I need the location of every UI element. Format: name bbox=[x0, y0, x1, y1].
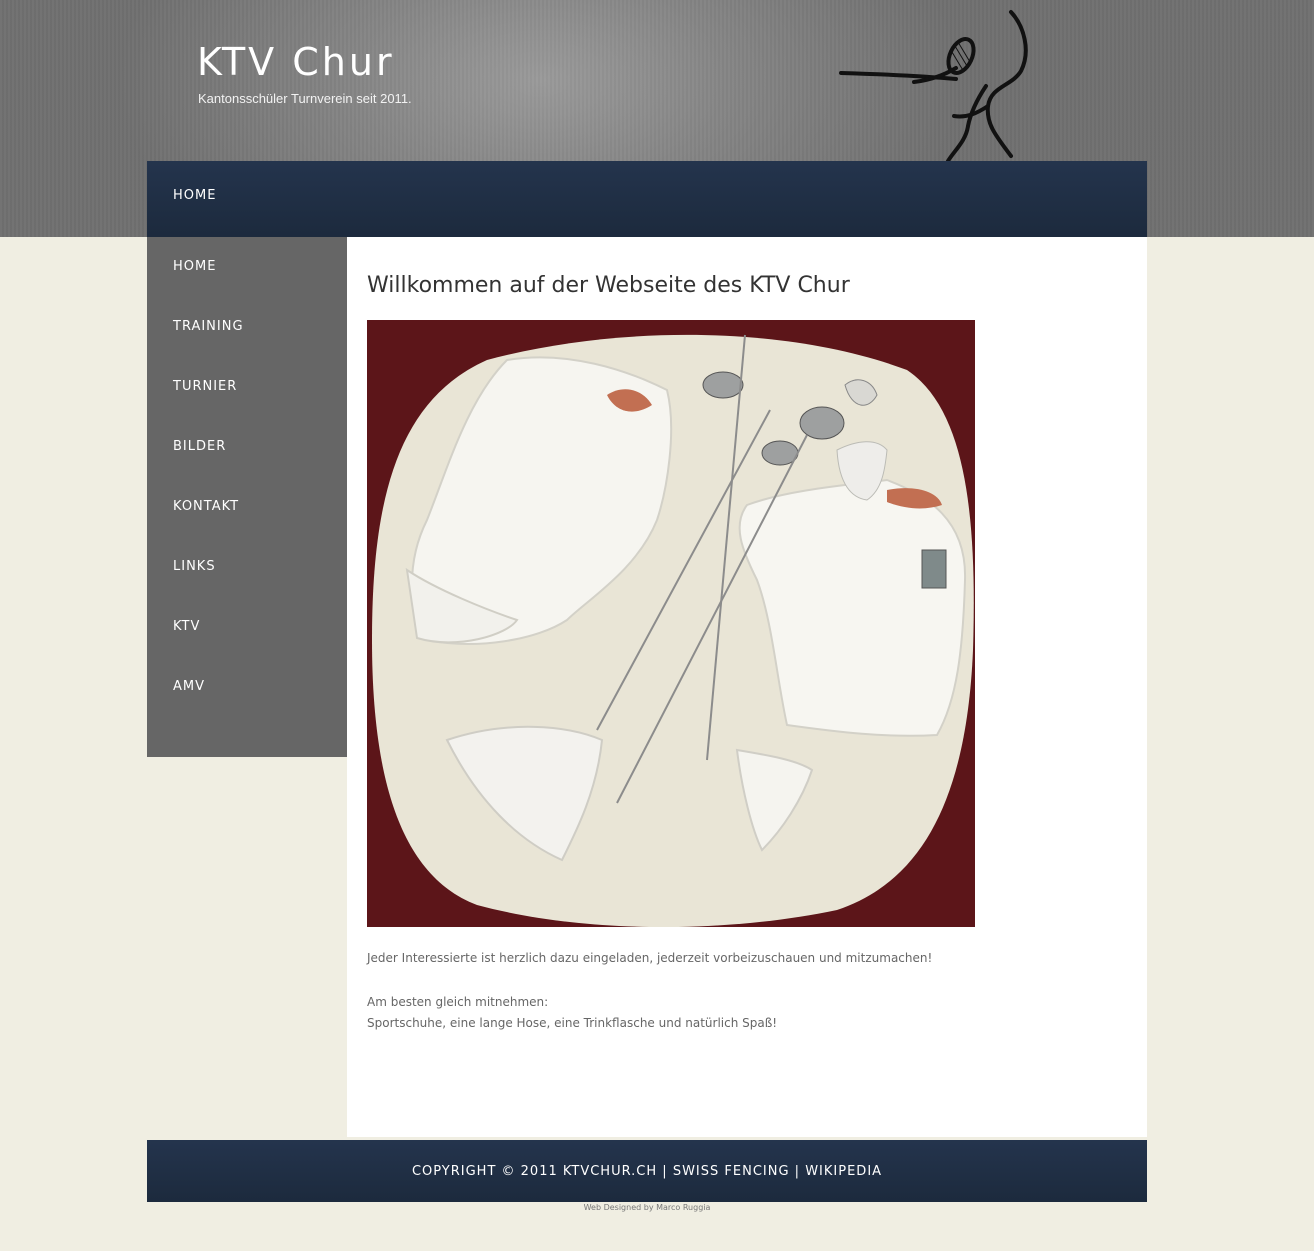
intro-text: Jeder Interessierte ist herzlich dazu ei… bbox=[367, 951, 933, 965]
footer-bar: COPYRIGHT © 2011 KTVCHUR.CH | SWISS FENC… bbox=[147, 1140, 1147, 1202]
sidebar-item-home[interactable]: HOME bbox=[147, 237, 347, 297]
footer-separator: | bbox=[662, 1164, 668, 1179]
sidebar-item-ktv[interactable]: KTV bbox=[147, 597, 347, 657]
bring-label: Am besten gleich mitnehmen: bbox=[367, 995, 549, 1009]
bring-list-text: Sportschuhe, eine lange Hose, eine Trink… bbox=[367, 1016, 778, 1030]
sidebar-item-amv[interactable]: AMV bbox=[147, 657, 347, 717]
topnav-item-home[interactable]: HOME bbox=[173, 188, 216, 203]
site-title[interactable]: KTV Chur bbox=[197, 40, 395, 84]
fencing-equipment-photo bbox=[367, 320, 975, 927]
sidebar-navigation: HOME TRAINING TURNIER BILDER KONTAKT LIN… bbox=[147, 237, 347, 757]
fencer-logo-icon bbox=[839, 10, 1028, 163]
copyright-text: COPYRIGHT © 2011 KTVCHUR.CH bbox=[411, 1164, 658, 1179]
sidebar-item-kontakt[interactable]: KONTAKT bbox=[147, 477, 347, 537]
sidebar-item-bilder[interactable]: BILDER bbox=[147, 417, 347, 477]
page-heading: Willkommen auf der Webseite des KTV Chur bbox=[367, 273, 850, 298]
top-navigation: HOME bbox=[147, 161, 1147, 237]
main-content: Willkommen auf der Webseite des KTV Chur bbox=[347, 237, 1147, 1137]
footer-separator: | bbox=[794, 1164, 801, 1179]
wikipedia-link[interactable]: WIKIPEDIA bbox=[805, 1164, 882, 1179]
swiss-fencing-link[interactable]: SWISS FENCING bbox=[673, 1164, 790, 1179]
site-tagline: Kantonsschüler Turnverein seit 2011. bbox=[198, 91, 412, 106]
designer-credit: Web Designed by Marco Ruggia bbox=[583, 1203, 711, 1212]
sidebar-item-turnier[interactable]: TURNIER bbox=[147, 357, 347, 417]
sidebar-item-training[interactable]: TRAINING bbox=[147, 297, 347, 357]
footer-links: COPYRIGHT © 2011 KTVCHUR.CH | SWISS FENC… bbox=[412, 1164, 882, 1179]
sidebar-item-links[interactable]: LINKS bbox=[147, 537, 347, 597]
